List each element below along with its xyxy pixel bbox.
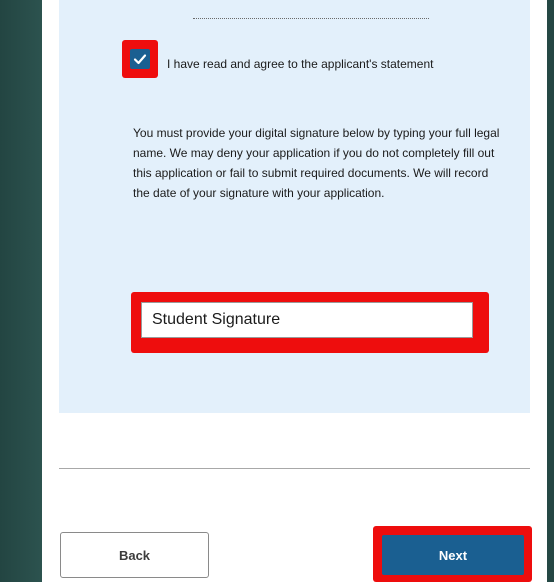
signature-instructions: You must provide your digital signature … (133, 126, 500, 200)
section-divider (59, 468, 530, 469)
agree-checkbox-label[interactable]: I have read and agree to the applicant's… (167, 54, 457, 74)
back-button[interactable]: Back (60, 532, 209, 578)
application-page: I have read and agree to the applicant's… (42, 0, 547, 582)
dotted-divider (193, 18, 429, 19)
signature-input[interactable] (141, 302, 473, 338)
checkmark-icon (133, 54, 147, 65)
agree-checkbox[interactable] (130, 49, 150, 69)
signature-panel: I have read and agree to the applicant's… (59, 0, 530, 413)
next-button[interactable]: Next (382, 535, 524, 575)
